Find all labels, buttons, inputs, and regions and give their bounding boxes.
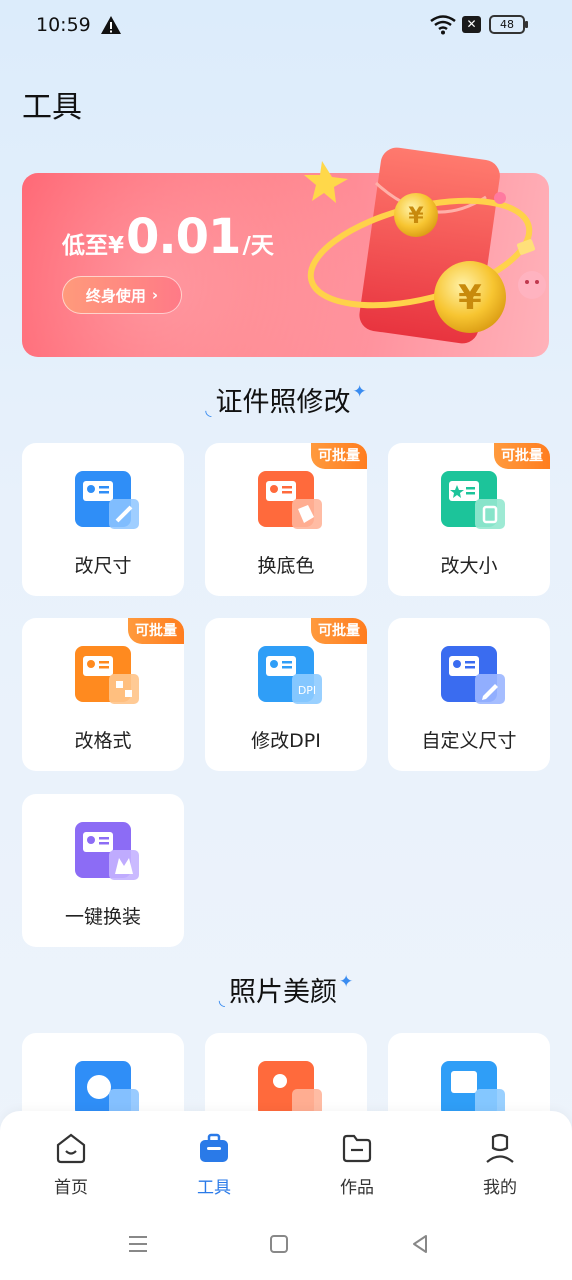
status-time: 10:59	[36, 14, 91, 36]
status-bar: 10:59 ✕ 48	[0, 0, 572, 52]
batch-badge: 可批量	[311, 443, 367, 469]
id-card-format-icon	[75, 646, 139, 704]
battery-icon: 48	[489, 15, 528, 34]
sparkle-icon: ✦	[338, 972, 354, 992]
section-title-text: 照片美颜	[228, 977, 337, 1008]
batch-badge: 可批量	[494, 443, 550, 469]
tool-resize[interactable]: 改尺寸	[22, 443, 184, 596]
batch-badge: 可批量	[311, 618, 367, 644]
svg-text:¥: ¥	[458, 278, 482, 318]
section-title-id-photo: ◟ 证件照修改 ✦	[0, 380, 572, 419]
toolbox-icon	[200, 1133, 228, 1162]
system-nav-bar	[0, 1214, 572, 1274]
tool-label: 改大小	[440, 555, 498, 577]
wifi-icon	[430, 15, 456, 35]
menu-icon[interactable]	[126, 1232, 150, 1256]
lifetime-button[interactable]: 终身使用 ›	[62, 276, 182, 314]
nav-label: 作品	[340, 1178, 374, 1198]
tool-label: 改格式	[74, 730, 132, 752]
tool-modify-dpi[interactable]: 可批量 DPI 修改DPI	[205, 618, 367, 771]
dpi-icon-text: DPI	[298, 684, 316, 697]
tool-change-size[interactable]: 可批量 改大小	[388, 443, 550, 596]
chevron-right-icon: ›	[151, 286, 159, 304]
face-magic-icon	[75, 1061, 139, 1119]
tool-change-background[interactable]: 可批量 换底色	[205, 443, 367, 596]
tool-label: 修改DPI	[251, 730, 321, 752]
id-card-compress-icon	[441, 471, 505, 529]
banner-suffix: /天	[242, 233, 274, 259]
tool-label: 自定义尺寸	[421, 730, 517, 752]
nav-label: 工具	[197, 1178, 231, 1198]
nav-profile[interactable]: 我的	[450, 1131, 550, 1201]
tool-label: 改尺寸	[74, 555, 132, 577]
tool-change-outfit[interactable]: 一键换装	[22, 794, 184, 947]
section-title-text: 证件照修改	[215, 387, 351, 418]
sparkle-icon: ✦	[352, 382, 367, 402]
promo-banner[interactable]: 低至¥ 0.01 /天 终身使用 › ¥ ¥	[22, 147, 549, 357]
back-icon[interactable]	[408, 1232, 432, 1256]
id-card-outfit-icon	[75, 822, 139, 880]
tool-label: 换底色	[257, 555, 315, 577]
face-smile-magic-icon	[441, 1061, 505, 1119]
swirl-icon: ◟	[205, 400, 212, 419]
profile-icon	[486, 1133, 514, 1163]
red-envelope-illustration: ¥ ¥	[304, 147, 546, 344]
nav-home[interactable]: 首页	[21, 1131, 121, 1201]
id-card-paint-bucket-icon	[258, 471, 322, 529]
section-title-beauty: ◟ 照片美颜 ✦	[0, 970, 572, 1009]
banner-prefix: 低至¥	[62, 233, 125, 259]
swirl-icon: ◟	[218, 990, 225, 1009]
home-icon	[56, 1133, 86, 1164]
no-sim-icon: ✕	[462, 16, 481, 33]
tool-label: 一键换装	[64, 906, 141, 928]
folder-icon	[342, 1134, 372, 1163]
id-card-dpi-icon: DPI	[258, 646, 322, 704]
tool-change-format[interactable]: 可批量 改格式	[22, 618, 184, 771]
nav-works[interactable]: 作品	[307, 1131, 407, 1201]
nav-label: 首页	[54, 1178, 88, 1198]
portrait-magic-icon	[258, 1061, 322, 1119]
banner-price: 0.01	[126, 209, 241, 265]
id-card-resize-icon	[75, 471, 139, 529]
nav-tools[interactable]: 工具	[164, 1131, 264, 1201]
nav-label: 我的	[483, 1178, 517, 1198]
lifetime-button-label: 终身使用	[85, 286, 146, 305]
warning-icon	[101, 16, 121, 34]
svg-text:¥: ¥	[408, 204, 424, 229]
banner-price-line: 低至¥ 0.01 /天	[62, 209, 274, 265]
home-button-icon[interactable]	[267, 1232, 291, 1256]
id-card-edit-icon	[441, 646, 505, 704]
page-title: 工具	[22, 90, 82, 125]
tool-custom-size[interactable]: 自定义尺寸	[388, 618, 550, 771]
batch-badge: 可批量	[128, 618, 184, 644]
